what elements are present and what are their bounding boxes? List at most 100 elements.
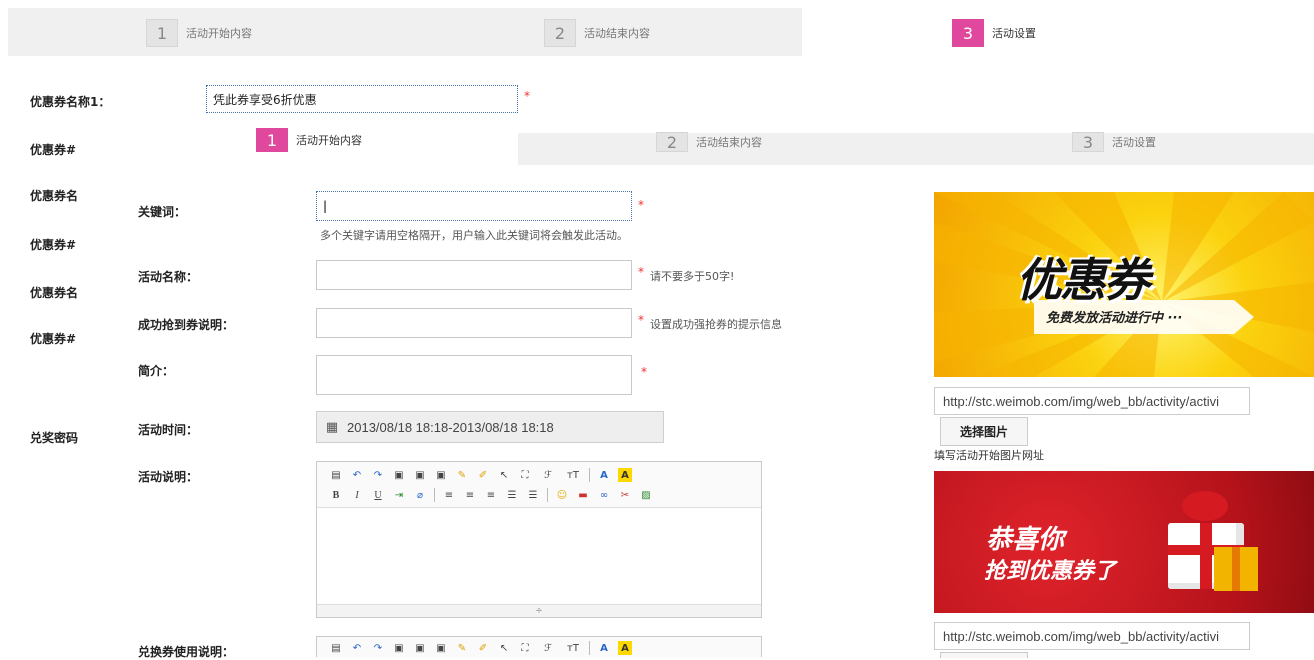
- activity-time-value: 2013/08/18 18:18-2013/08/18 18:18: [347, 419, 554, 435]
- front-step-3[interactable]: 3 活动设置: [1072, 132, 1156, 152]
- underline-icon[interactable]: U: [371, 488, 385, 502]
- back-row-label: 优惠券#: [30, 143, 77, 157]
- clear-format-icon[interactable]: ✎: [455, 468, 469, 482]
- undo-icon[interactable]: ↶: [350, 468, 364, 482]
- front-step-2[interactable]: 2 活动结束内容: [656, 132, 762, 152]
- back-row-label: 优惠券#: [30, 332, 77, 346]
- activity-name-input[interactable]: [316, 260, 632, 290]
- required-mark: *: [638, 198, 644, 212]
- congrats-banner-image: 恭喜你 抢到优惠券了: [934, 471, 1314, 613]
- fullscreen-icon[interactable]: ⛶: [518, 641, 532, 655]
- back-step-1[interactable]: 1 活动开始内容: [146, 19, 252, 47]
- step-number: 2: [544, 19, 576, 47]
- select-image-button[interactable]: 选择图片: [940, 417, 1028, 446]
- success-desc-input[interactable]: [316, 308, 632, 338]
- align-left-icon[interactable]: ≡: [442, 488, 456, 502]
- format-brush-icon[interactable]: ✐: [476, 468, 490, 482]
- back-step-2[interactable]: 2 活动结束内容: [544, 19, 650, 47]
- back-row-label: 优惠券名: [30, 286, 79, 300]
- italic-icon[interactable]: I: [350, 488, 364, 502]
- paste-text-icon[interactable]: ▣: [413, 468, 427, 482]
- select-image-button-partial[interactable]: [940, 652, 1028, 658]
- success-desc-label: 成功抢到券说明：: [138, 318, 235, 332]
- source-icon[interactable]: ▤: [329, 641, 343, 655]
- clear-format-icon[interactable]: ✎: [455, 641, 469, 655]
- link-icon[interactable]: ∞: [597, 488, 611, 502]
- undo-icon[interactable]: ↶: [350, 641, 364, 655]
- editor-resize-handle[interactable]: ÷: [317, 604, 761, 617]
- font-color-icon[interactable]: A: [597, 641, 611, 655]
- font-size-icon[interactable]: тT: [564, 641, 582, 655]
- required-mark: *: [524, 89, 530, 103]
- step-number: 3: [952, 19, 984, 47]
- eraser-icon[interactable]: ⌀: [413, 488, 427, 502]
- activity-time-picker[interactable]: ▦ 2013/08/18 18:18-2013/08/18 18:18: [316, 411, 664, 443]
- step-label: 活动结束内容: [696, 136, 762, 149]
- banner2-line2: 抢到优惠券了: [984, 559, 1117, 584]
- picture-icon[interactable]: ▨: [639, 488, 653, 502]
- keyword-input[interactable]: |: [316, 191, 632, 221]
- select-icon[interactable]: ↖: [497, 641, 511, 655]
- source-icon[interactable]: ▤: [329, 468, 343, 482]
- font-family-icon[interactable]: ℱ: [539, 468, 557, 482]
- format-brush-icon[interactable]: ✐: [476, 641, 490, 655]
- back-row-label: 优惠券名: [30, 189, 79, 203]
- back-step-bar: [8, 8, 802, 56]
- align-center-icon[interactable]: ≡: [463, 488, 477, 502]
- unlink-icon[interactable]: ✂: [618, 488, 632, 502]
- image-icon[interactable]: ▬: [576, 488, 590, 502]
- step-label: 活动结束内容: [584, 27, 650, 40]
- editor-toolbar: ▤ ↶ ↷ ▣ ▣ ▣ ✎ ✐ ↖ ⛶ ℱ тT A A B I U ⇥ ⌀ ≡…: [317, 462, 761, 508]
- required-mark: *: [638, 265, 644, 279]
- font-color-icon[interactable]: A: [597, 468, 611, 482]
- intro-textarea[interactable]: [316, 355, 632, 395]
- unordered-list-icon[interactable]: ☰: [526, 488, 540, 502]
- required-mark: *: [641, 365, 647, 379]
- fullscreen-icon[interactable]: ⛶: [518, 468, 532, 482]
- back-step-3[interactable]: 3 活动设置: [952, 19, 1036, 47]
- font-family-icon[interactable]: ℱ: [539, 641, 557, 655]
- front-step-right-bg: [518, 133, 1314, 165]
- paste-icon[interactable]: ▣: [392, 641, 406, 655]
- start-image-url-input[interactable]: http://stc.weimob.com/img/web_bb/activit…: [934, 387, 1250, 415]
- activity-name-hint: 请不要多于50字!: [650, 270, 735, 283]
- gift-box-gold: [1214, 547, 1258, 591]
- toolbar-row-1: ▤ ↶ ↷ ▣ ▣ ▣ ✎ ✐ ↖ ⛶ ℱ тT A A: [329, 640, 761, 656]
- toolbar-separator: [547, 488, 548, 502]
- bold-icon[interactable]: B: [329, 488, 343, 502]
- toolbar-separator: [434, 488, 435, 502]
- gift-bow-red: [1182, 491, 1228, 521]
- back-row-label: 优惠券#: [30, 238, 77, 252]
- font-size-icon[interactable]: тT: [564, 468, 582, 482]
- select-icon[interactable]: ↖: [497, 468, 511, 482]
- required-mark: *: [638, 313, 644, 327]
- step-number: 2: [656, 132, 688, 152]
- paste-word-icon[interactable]: ▣: [434, 641, 448, 655]
- rich-editor[interactable]: ▤ ↶ ↷ ▣ ▣ ▣ ✎ ✐ ↖ ⛶ ℱ тT A A B I U ⇥ ⌀ ≡…: [316, 461, 762, 618]
- emoticon-icon[interactable]: ☺: [555, 488, 569, 502]
- redo-icon[interactable]: ↷: [371, 468, 385, 482]
- paste-word-icon[interactable]: ▣: [434, 468, 448, 482]
- highlight-icon[interactable]: A: [618, 468, 632, 482]
- step-number: 3: [1072, 132, 1104, 152]
- banner2-line1: 恭喜你: [986, 525, 1065, 555]
- activity-time-label: 活动时间：: [138, 423, 199, 437]
- end-image-url-input[interactable]: http://stc.weimob.com/img/web_bb/activit…: [934, 622, 1250, 650]
- step-number: 1: [146, 19, 178, 47]
- align-right-icon[interactable]: ≡: [484, 488, 498, 502]
- banner1-title: 优惠券: [1016, 253, 1150, 307]
- banner1-subtitle: 免费发放活动进行中 ···: [1046, 311, 1183, 326]
- redeem-editor-toolbar[interactable]: ▤ ↶ ↷ ▣ ▣ ▣ ✎ ✐ ↖ ⛶ ℱ тT A A: [316, 636, 762, 657]
- step-number: 1: [256, 128, 288, 152]
- start-image-url-hint: 填写活动开始图片网址: [934, 449, 1044, 462]
- paste-text-icon[interactable]: ▣: [413, 641, 427, 655]
- paste-icon[interactable]: ▣: [392, 468, 406, 482]
- keyword-label: 关键词：: [138, 205, 187, 219]
- highlight-icon[interactable]: A: [618, 641, 632, 655]
- redo-icon[interactable]: ↷: [371, 641, 385, 655]
- toolbar-separator: [589, 468, 590, 482]
- ordered-list-icon[interactable]: ☰: [505, 488, 519, 502]
- front-step-1[interactable]: 1 活动开始内容: [256, 128, 362, 152]
- coupon-name-input[interactable]: 凭此券享受6折优惠: [206, 85, 518, 113]
- strikethrough-icon[interactable]: ⇥: [392, 488, 406, 502]
